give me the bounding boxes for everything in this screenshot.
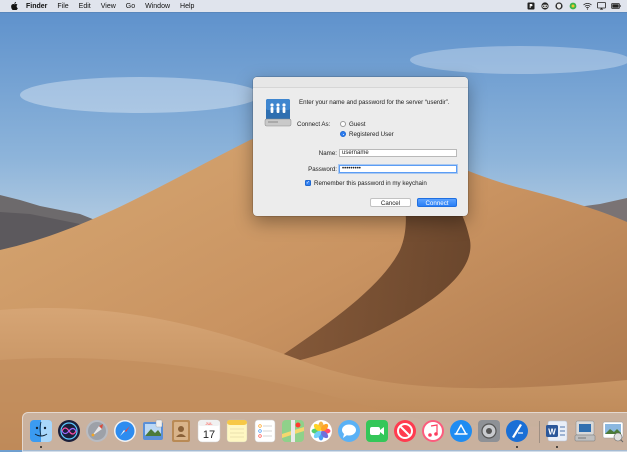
airplay-icon[interactable]	[597, 2, 606, 10]
green-dot-icon[interactable]	[569, 2, 577, 10]
registered-user-radio-label[interactable]: Registered User	[349, 131, 394, 138]
reminders-icon[interactable]	[253, 419, 277, 443]
menu-window[interactable]: Window	[145, 3, 170, 10]
system-preferences-icon[interactable]	[477, 419, 501, 443]
facetime-icon[interactable]	[365, 419, 389, 443]
remember-password-label[interactable]: Remember this password in my keychain	[314, 180, 427, 187]
photos-icon[interactable]	[309, 419, 333, 443]
status-area	[527, 2, 621, 10]
maps-icon[interactable]	[281, 419, 305, 443]
file-server-icon[interactable]	[573, 419, 597, 443]
menu-view[interactable]: View	[101, 3, 116, 10]
preview-icon[interactable]	[601, 419, 625, 443]
apple-icon[interactable]	[10, 2, 18, 10]
registered-user-radio[interactable]	[340, 131, 346, 137]
wifi-icon[interactable]	[583, 2, 592, 10]
password-label: Password:	[308, 166, 337, 173]
guest-radio-label[interactable]: Guest	[349, 121, 366, 128]
dock-separator	[539, 421, 540, 443]
music-icon[interactable]	[421, 419, 445, 443]
calendar-month-label: JUL	[205, 421, 213, 426]
battery-icon[interactable]	[611, 2, 621, 10]
word-running-indicator	[556, 446, 558, 448]
password-field[interactable]: •••••••••	[339, 165, 457, 173]
news-icon[interactable]	[393, 419, 417, 443]
name-field[interactable]: username	[339, 149, 457, 157]
desktop-wallpaper	[0, 0, 627, 450]
file-server-icon	[264, 97, 292, 127]
menu-edit[interactable]: Edit	[79, 3, 91, 10]
server-login-dialog: Enter your name and password for the ser…	[253, 77, 468, 216]
menu-bar: Finder File Edit View Go Window Help	[0, 0, 627, 12]
app-store-icon[interactable]	[449, 419, 473, 443]
safari-icon[interactable]	[113, 419, 137, 443]
name-label: Name:	[318, 150, 337, 157]
menu-help[interactable]: Help	[180, 3, 194, 10]
parking-icon[interactable]	[527, 2, 535, 10]
calendar-icon[interactable]: JUL 17	[197, 419, 221, 443]
calendar-day-label: 17	[203, 429, 215, 441]
launchpad-icon[interactable]	[85, 419, 109, 443]
mail-photo-icon[interactable]	[141, 419, 165, 443]
finder-icon[interactable]	[29, 419, 53, 443]
contacts-icon[interactable]	[169, 419, 193, 443]
word-letter: W	[548, 428, 556, 437]
messages-icon[interactable]	[337, 419, 361, 443]
creative-cloud-icon[interactable]	[541, 2, 549, 10]
remember-password-checkbox[interactable]: ✓	[305, 180, 311, 186]
menu-file[interactable]: File	[57, 3, 68, 10]
shield-icon[interactable]	[555, 2, 563, 10]
guest-radio[interactable]	[340, 121, 346, 127]
connect-as-label: Connect As:	[297, 121, 331, 128]
xcode-instruments-icon[interactable]	[505, 419, 529, 443]
word-icon[interactable]: W	[545, 419, 569, 443]
siri-icon[interactable]	[57, 419, 81, 443]
notes-icon[interactable]	[225, 419, 249, 443]
finder-running-indicator	[40, 446, 42, 448]
xcode-running-indicator	[516, 446, 518, 448]
cancel-button[interactable]: Cancel	[370, 198, 411, 207]
menu-finder[interactable]: Finder	[26, 3, 47, 10]
dialog-titlebar[interactable]	[253, 77, 468, 88]
dialog-prompt: Enter your name and password for the ser…	[299, 99, 450, 106]
menu-go[interactable]: Go	[126, 3, 135, 10]
dock: JUL 17 W	[22, 412, 627, 452]
connect-button[interactable]: Connect	[417, 198, 457, 207]
